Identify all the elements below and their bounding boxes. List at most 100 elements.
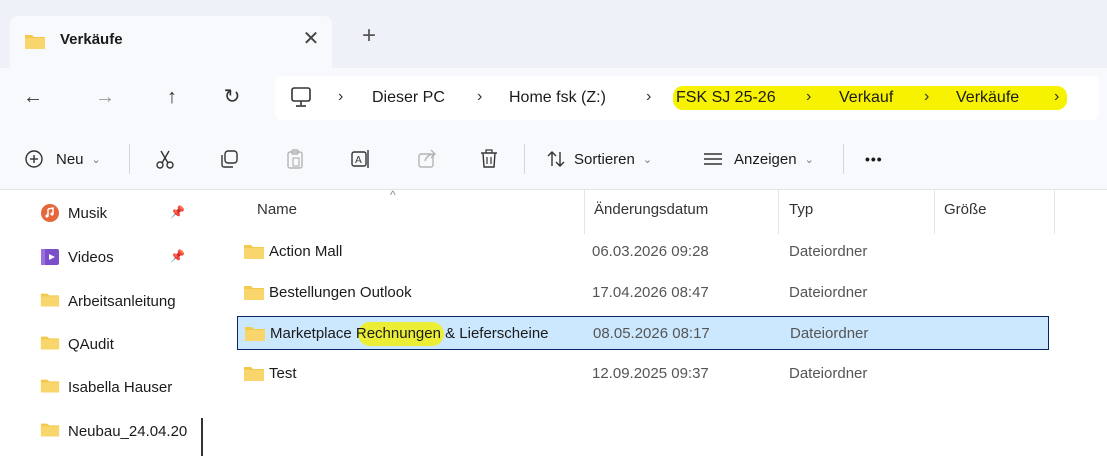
cut-button[interactable] [154, 146, 176, 172]
breadcrumb-dieser-pc[interactable]: Dieser PC [372, 89, 445, 107]
item-name: Bestellungen Outlook [269, 284, 412, 301]
paste-button[interactable] [284, 146, 306, 172]
navigation-pane: Musik 📌 Videos 📌 Arbeitsanleitung QAudit… [0, 190, 212, 456]
folder-icon [244, 325, 266, 346]
delete-button[interactable] [478, 146, 500, 172]
sidebar-item-isabella-hauser[interactable]: Isabella Hauser [40, 372, 212, 402]
back-arrow-icon[interactable]: ← [18, 82, 48, 112]
breadcrumb-separator[interactable]: › [924, 88, 929, 106]
sidebar-item-label: Isabella Hauser [68, 378, 173, 396]
list-item[interactable]: Action Mall 06.03.2026 09:28 Dateiordner [237, 235, 1049, 269]
navigation-bar: ← → ↑ ↻ › Dieser PC › Home fsk (Z:) › FS… [0, 68, 1107, 128]
column-header-label: Name [257, 201, 298, 218]
item-date: 12.09.2025 09:37 [592, 365, 709, 382]
breadcrumb-separator[interactable]: › [477, 88, 482, 106]
breadcrumb-separator[interactable]: › [646, 88, 651, 106]
sort-label: Sortieren [574, 150, 635, 168]
plus-circle-icon [24, 149, 44, 169]
list-item[interactable]: Test 12.09.2025 09:37 Dateiordner [237, 357, 1049, 391]
item-name: Test [269, 365, 297, 382]
column-divider[interactable] [584, 190, 585, 234]
sort-icon [546, 149, 566, 169]
rename-icon: A [350, 148, 372, 170]
sidebar-item-qaudit[interactable]: QAudit [40, 329, 212, 359]
new-label: Neu [56, 150, 84, 168]
breadcrumb-separator[interactable]: › [806, 88, 811, 106]
folder-icon [243, 284, 265, 305]
breadcrumb-verkauf[interactable]: Verkauf [839, 89, 893, 107]
share-icon [416, 148, 438, 170]
close-tab-icon[interactable]: ✕ [298, 26, 324, 52]
column-header-type[interactable]: Typ [789, 201, 813, 218]
music-icon [40, 203, 60, 223]
breadcrumb-home-fsk[interactable]: Home fsk (Z:) [509, 89, 606, 107]
sidebar-item-neubau[interactable]: Neubau_24.04.20 [40, 416, 200, 446]
folder-icon [243, 243, 265, 264]
more-options-icon[interactable]: ••• [865, 146, 883, 172]
sidebar-item-label: Arbeitsanleitung [68, 292, 176, 310]
new-button[interactable]: Neu ⌄ [24, 146, 101, 172]
column-header-name[interactable]: Name [257, 201, 297, 218]
column-divider[interactable] [934, 190, 935, 234]
breadcrumb-verkaeufe[interactable]: Verkäufe [956, 89, 1019, 107]
svg-text:A: A [355, 155, 362, 166]
new-tab-button[interactable]: + [355, 24, 383, 52]
this-pc-icon[interactable] [290, 86, 312, 112]
item-type: Dateiordner [789, 243, 868, 260]
tab-strip: Verkäufe ✕ + [0, 0, 1107, 68]
share-button[interactable] [416, 146, 438, 172]
command-bar: Neu ⌄ A Sortieren ⌄ Anzeigen ⌄ ••• [0, 128, 1107, 190]
sidebar-item-label: Musik [68, 204, 108, 222]
pin-icon: 📌 [170, 205, 185, 219]
breadcrumb-fsk-sj[interactable]: FSK SJ 25-26 [676, 89, 776, 107]
folder-icon [40, 334, 60, 354]
copy-icon [218, 148, 240, 170]
list-item[interactable]: Bestellungen Outlook 17.04.2026 08:47 Da… [237, 276, 1049, 310]
chevron-down-icon: ⌄ [804, 153, 814, 166]
view-lines-icon [702, 149, 724, 169]
sort-ascending-icon: ^ [390, 188, 396, 202]
refresh-icon[interactable]: ↻ [217, 82, 247, 112]
tab-verkaeufe[interactable]: Verkäufe ✕ [10, 16, 332, 68]
forward-arrow-icon[interactable]: → [90, 82, 120, 112]
up-arrow-icon[interactable]: ↑ [157, 82, 187, 112]
column-header-date[interactable]: Änderungsdatum [594, 201, 708, 218]
copy-button[interactable] [218, 146, 240, 172]
toolbar-divider [843, 144, 844, 174]
videos-icon [40, 247, 60, 267]
item-name: Marketplace Rechnungen & Lieferscheine [270, 325, 549, 342]
column-divider[interactable] [778, 190, 779, 234]
tab-title: Verkäufe [60, 31, 123, 48]
breadcrumb-separator[interactable]: › [338, 88, 343, 106]
sidebar-item-videos[interactable]: Videos 📌 [40, 242, 212, 272]
column-divider[interactable] [1054, 190, 1055, 234]
item-type: Dateiordner [789, 284, 868, 301]
rename-button[interactable]: A [350, 146, 372, 172]
pane-resize-handle[interactable] [201, 418, 203, 456]
sidebar-item-label: QAudit [68, 335, 114, 353]
scissors-icon [154, 148, 176, 170]
list-item-selected[interactable]: Marketplace Rechnungen & Lieferscheine 0… [237, 316, 1049, 350]
sidebar-item-label: Neubau_24.04.20 [68, 422, 188, 440]
sort-button[interactable]: Sortieren ⌄ [546, 146, 652, 172]
sidebar-item-label: Videos [68, 248, 114, 266]
column-header-size[interactable]: Größe [944, 201, 987, 218]
toolbar-divider [524, 144, 525, 174]
folder-icon [24, 33, 46, 54]
address-bar[interactable]: › Dieser PC › Home fsk (Z:) › FSK SJ 25-… [275, 76, 1099, 120]
view-label: Anzeigen [734, 150, 797, 168]
sidebar-item-musik[interactable]: Musik 📌 [40, 198, 212, 228]
item-date: 08.05.2026 08:17 [593, 325, 710, 342]
chevron-down-icon: ⌄ [91, 153, 101, 166]
file-list: Name ^ Änderungsdatum Typ Größe Action M… [212, 188, 1107, 456]
toolbar-divider [129, 144, 130, 174]
breadcrumb-separator[interactable]: › [1054, 88, 1059, 106]
item-date: 17.04.2026 08:47 [592, 284, 709, 301]
trash-icon [478, 148, 500, 170]
folder-icon [40, 421, 60, 441]
sidebar-item-arbeitsanleitung[interactable]: Arbeitsanleitung [40, 286, 212, 316]
item-type: Dateiordner [790, 325, 869, 342]
view-button[interactable]: Anzeigen ⌄ [702, 146, 814, 172]
paste-icon [284, 148, 306, 170]
pin-icon: 📌 [170, 249, 185, 263]
